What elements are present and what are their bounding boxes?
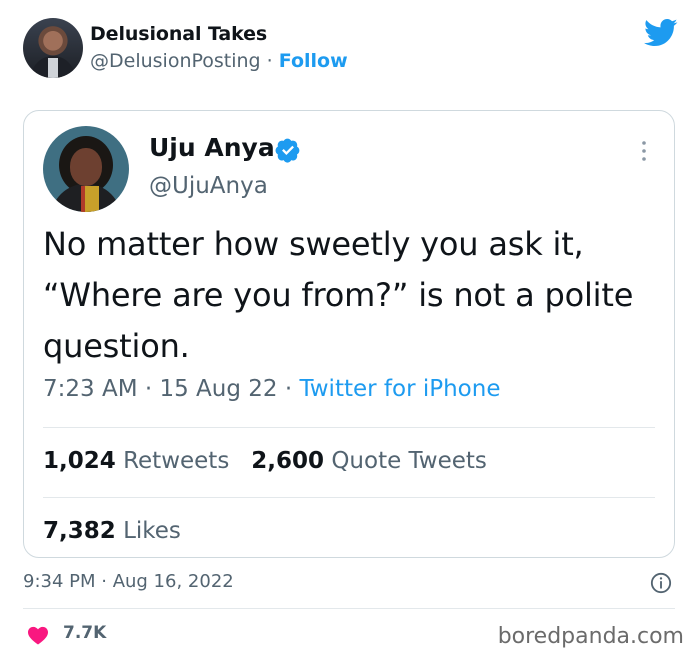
tweet-source-link[interactable]: Twitter for iPhone bbox=[300, 376, 501, 402]
author-handle[interactable]: @DelusionPosting bbox=[90, 50, 261, 72]
divider bbox=[23, 608, 675, 609]
twitter-bird-icon[interactable] bbox=[644, 18, 678, 48]
meta-dot: · bbox=[144, 376, 153, 402]
meta-dot: · bbox=[284, 376, 293, 402]
retweets-label: Retweets bbox=[123, 448, 230, 474]
author-avatar[interactable] bbox=[23, 18, 83, 78]
quoted-author-display-name[interactable]: Uju Anya bbox=[149, 133, 275, 162]
verified-badge-icon bbox=[275, 138, 300, 163]
quoted-author-handle[interactable]: @UjuAnya bbox=[149, 173, 268, 199]
separator-dot: · bbox=[266, 50, 273, 72]
watermark: boredpanda.com bbox=[497, 624, 684, 649]
follow-button[interactable]: Follow bbox=[279, 50, 348, 72]
engagement-stats-row: 1,024 Retweets 2,600 Quote Tweets bbox=[43, 448, 487, 474]
more-options-icon[interactable] bbox=[640, 139, 648, 163]
quoted-author-avatar[interactable] bbox=[43, 126, 129, 212]
author-display-name[interactable]: Delusional Takes bbox=[90, 23, 267, 45]
info-icon[interactable] bbox=[650, 572, 672, 594]
quote-tweets-count: 2,600 bbox=[251, 448, 325, 474]
quoted-tweet-time[interactable]: 7:23 AM bbox=[43, 376, 138, 402]
retweets-stat[interactable]: 1,024 Retweets bbox=[43, 448, 229, 474]
heart-icon[interactable] bbox=[27, 625, 49, 645]
quoted-tweet-card[interactable]: Uju Anya @UjuAnya No matter how sweetly … bbox=[23, 110, 675, 558]
divider bbox=[43, 427, 655, 428]
divider bbox=[43, 497, 655, 498]
retweets-count: 1,024 bbox=[43, 448, 116, 474]
quoted-tweet-meta: 7:23 AM · 15 Aug 22 · Twitter for iPhone bbox=[43, 376, 500, 402]
quoted-tweet-text: No matter how sweetly you ask it, “Where… bbox=[43, 225, 634, 365]
likes-count: 7,382 bbox=[43, 518, 116, 544]
like-count[interactable]: 7.7K bbox=[63, 623, 106, 643]
quoted-tweet-date[interactable]: 15 Aug 22 bbox=[159, 376, 277, 402]
outer-tweet-timestamp[interactable]: 9:34 PM · Aug 16, 2022 bbox=[23, 571, 234, 592]
likes-label: Likes bbox=[123, 518, 181, 544]
author-handle-row: @DelusionPosting · Follow bbox=[90, 50, 348, 72]
quote-tweets-stat[interactable]: 2,600 Quote Tweets bbox=[251, 448, 487, 474]
quote-tweets-label: Quote Tweets bbox=[331, 448, 487, 474]
likes-stat[interactable]: 7,382 Likes bbox=[43, 518, 181, 544]
